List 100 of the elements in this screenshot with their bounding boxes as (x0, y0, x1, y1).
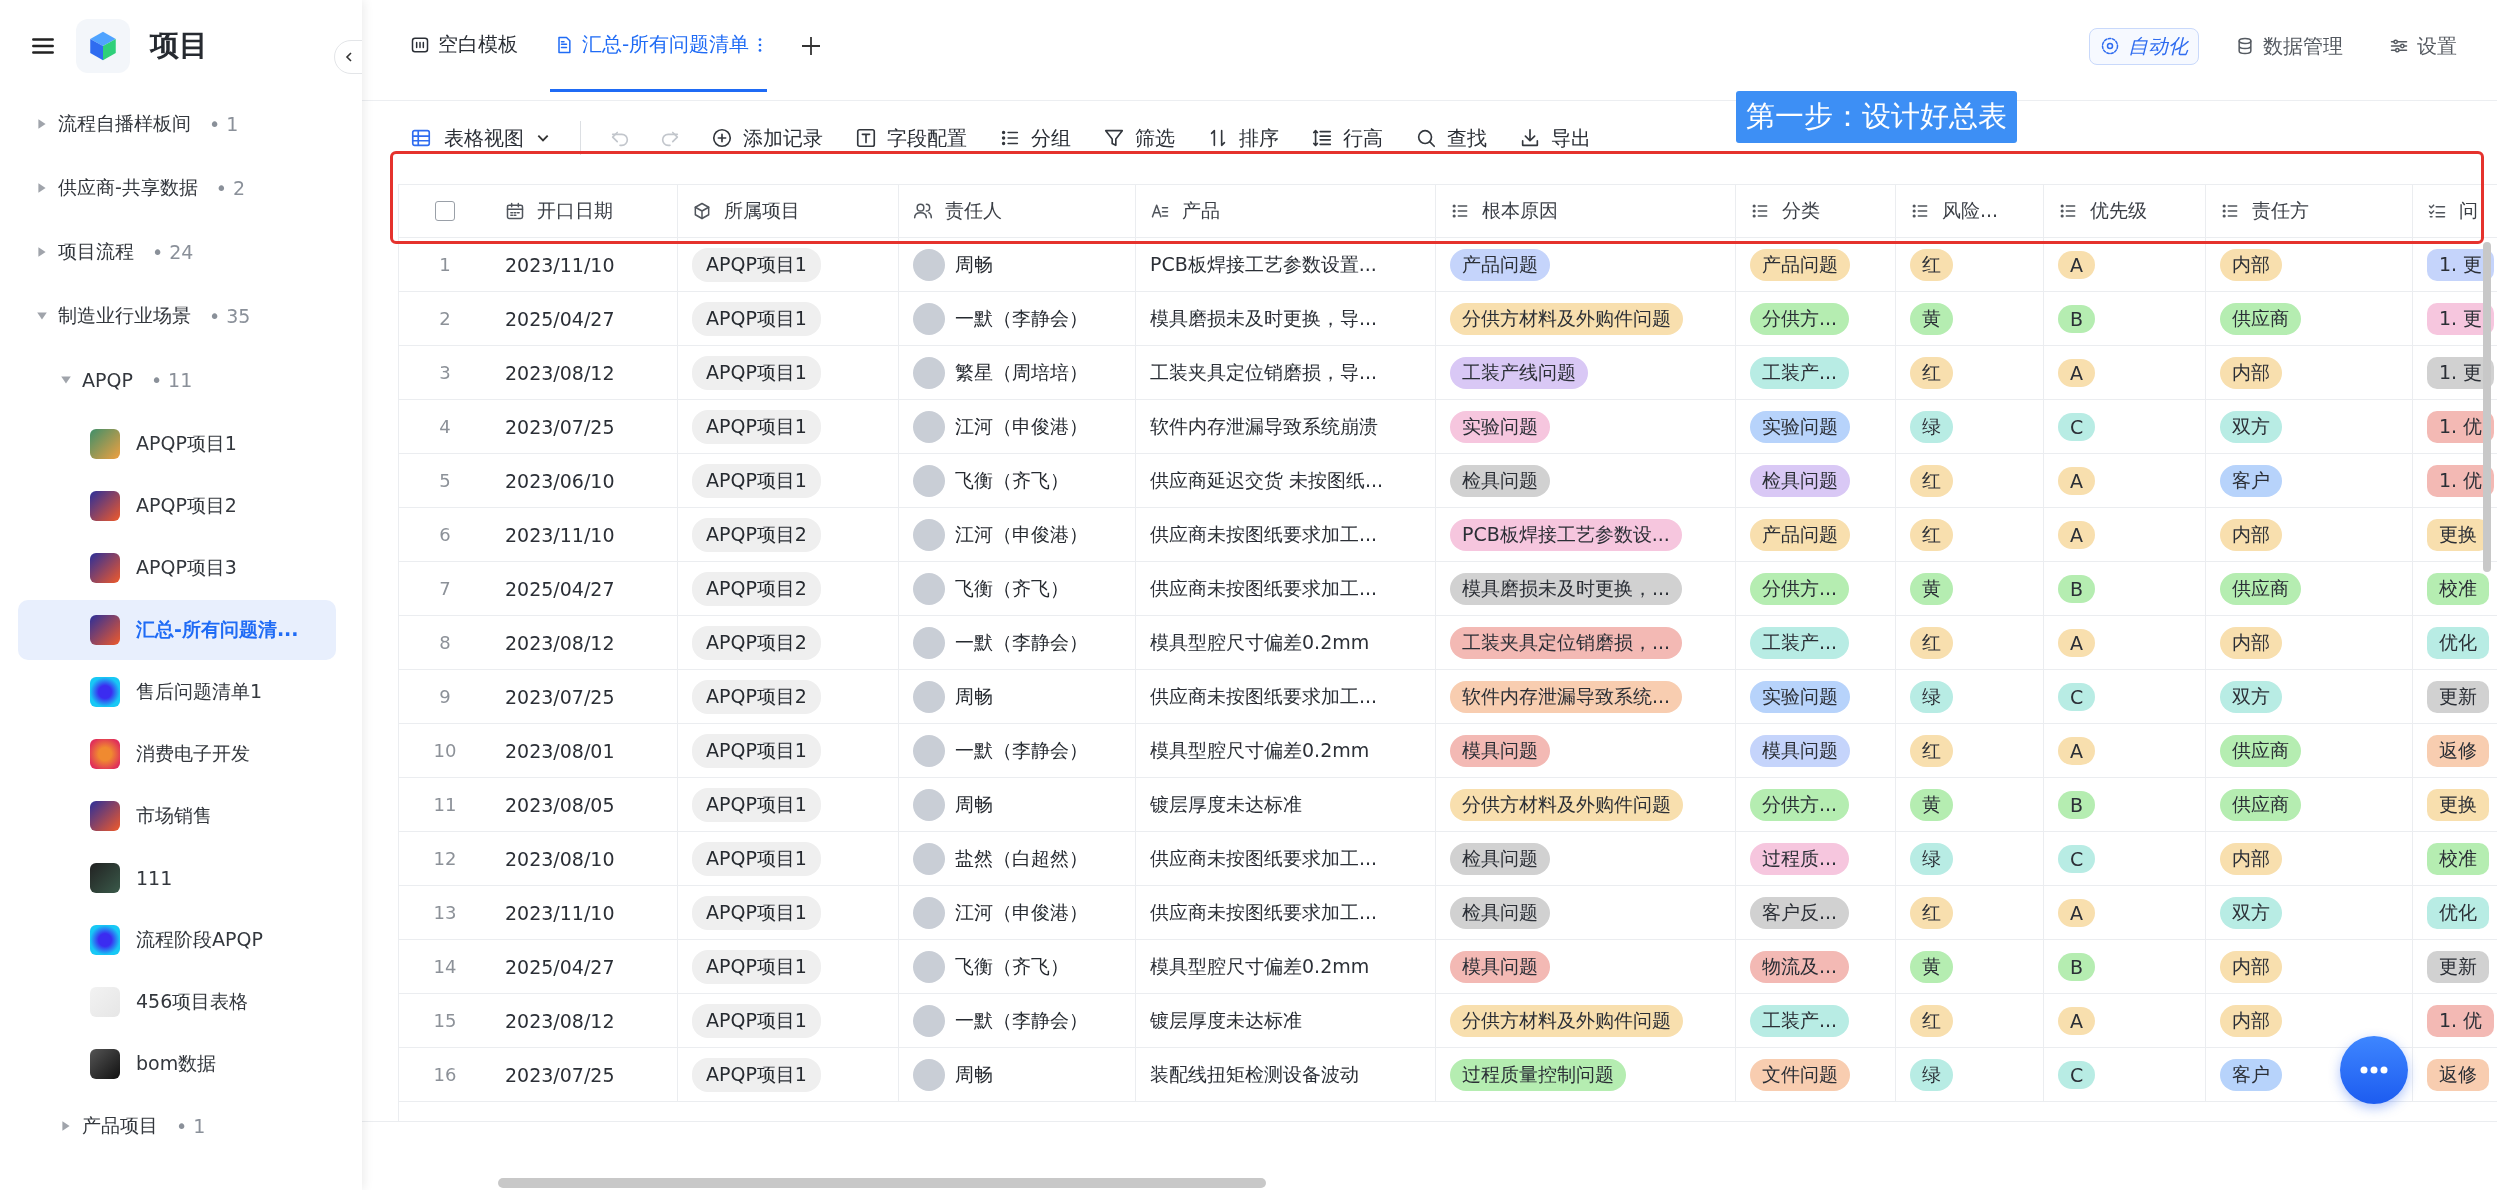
header-action-button[interactable]: 设置 (2379, 28, 2467, 64)
column-header[interactable]: 责任方 (2206, 185, 2413, 237)
tree-table-item[interactable]: 消费电子开发 (18, 724, 336, 784)
column-header[interactable]: 产品 (1136, 185, 1436, 237)
row-number: 1 (438, 253, 452, 277)
column-header[interactable]: 根本原因 (1436, 185, 1736, 237)
tree-table-item[interactable]: 市场销售 (18, 786, 336, 846)
option-tag: 分供方材料及外购件问题 (1450, 302, 1683, 335)
tree-group-item[interactable]: 供应商-共享数据 • 2 (0, 156, 362, 220)
project-tag: APQP项目1 (692, 1003, 821, 1038)
annotation-callout: 第一步：设计好总表 (1736, 91, 2017, 143)
option-tag: 校准 (2427, 842, 2489, 875)
tree-group-item[interactable]: APQP • 11 (0, 348, 362, 412)
toolbar-button[interactable]: 添加记录 (709, 120, 825, 156)
avatar-icon (913, 248, 945, 281)
avatar-icon (913, 842, 945, 875)
project-tag: APQP项目2 (692, 517, 821, 552)
project-tag: APQP项目1 (692, 463, 821, 498)
dots-icon (2359, 1065, 2389, 1075)
option-tag: C (2058, 844, 2096, 873)
chevron-left-icon (343, 51, 355, 63)
option-tag: 文件问题 (1750, 1058, 1850, 1091)
tree-group-item[interactable]: 流程自播样板间 • 1 (0, 92, 362, 156)
tree-table-item[interactable]: bom数据 (18, 1034, 336, 1094)
option-tag: A (2058, 898, 2095, 927)
tree-table-item[interactable]: 流程阶段APQP (18, 910, 336, 970)
table-cell: 2023/08/12 (491, 994, 678, 1047)
scrollbar-thumb[interactable] (498, 1178, 1266, 1188)
header-action-button[interactable]: 数据管理 (2225, 28, 2353, 64)
toolbar-button[interactable]: 筛选 (1101, 120, 1177, 156)
toolbar-button[interactable]: 行高 (1309, 120, 1385, 156)
tree-group-item[interactable]: 制造业行业场景 • 35 (0, 284, 362, 348)
table-cell: 2025/04/27 (491, 940, 678, 993)
option-tag: 供应商 (2220, 788, 2301, 821)
table-icon (90, 801, 120, 831)
scrollbar-thumb[interactable] (2483, 242, 2491, 572)
avatar-icon (913, 1004, 945, 1037)
table-cell: 镀层厚度未达标准 (1136, 778, 1436, 831)
table-cell: 2025/04/27 (491, 292, 678, 345)
tree-table-item[interactable]: 售后问题清单1 (18, 662, 336, 722)
option-tag: 黄 (1910, 788, 1953, 821)
header-action-button[interactable]: 自动化 (2089, 27, 2199, 65)
tab[interactable]: 空白模板 (406, 0, 522, 92)
collapse-button[interactable] (334, 40, 362, 74)
tree-table-item[interactable]: APQP项目2 (18, 476, 336, 536)
more-button[interactable] (2340, 1036, 2408, 1104)
person-name: 周畅 (955, 791, 993, 817)
column-header[interactable]: 问 (2413, 185, 2497, 237)
toolbar-button[interactable]: 查找 (1413, 120, 1489, 156)
table-cell: 2023/08/05 (491, 778, 678, 831)
tree-table-item[interactable]: APQP项目1 (18, 414, 336, 474)
avatar-icon (913, 1058, 945, 1091)
row-number: 6 (438, 523, 452, 547)
avatar-icon (913, 464, 945, 497)
select-all-checkbox[interactable] (435, 201, 455, 221)
column-header[interactable]: 开口日期 (491, 185, 678, 237)
option-tag: 实验问题 (1450, 410, 1550, 443)
option-tag: 检具问题 (1450, 464, 1550, 497)
option-tag: B (2058, 304, 2096, 333)
more-icon[interactable] (757, 35, 764, 54)
tree-group-item[interactable]: 产品项目 • 1 (0, 1094, 362, 1158)
option-tag: 模具问题 (1450, 950, 1550, 983)
option-tag: 黄 (1910, 950, 1953, 983)
toolbar-button[interactable]: 分组 (997, 120, 1073, 156)
option-tag: 软件内存泄漏导致系统... (1450, 680, 1683, 713)
toolbar-button[interactable]: 导出 (1517, 120, 1593, 156)
view-switch-button[interactable]: 表格视图 (408, 120, 552, 156)
table-cell: 模具磨损未及时更换，导... (1136, 292, 1436, 345)
tree-table-item[interactable]: 汇总-所有问题清... (18, 600, 336, 660)
option-tag: 客户反... (1750, 896, 1850, 929)
column-header[interactable]: 优先级 (2044, 185, 2206, 237)
option-tag: 绿 (1910, 1058, 1953, 1091)
tree-group-item[interactable]: 项目流程 • 24 (0, 220, 362, 284)
column-header[interactable]: 风险... (1896, 185, 2044, 237)
table-cell: 2023/11/10 (491, 238, 678, 291)
table-icon (90, 615, 120, 645)
table-cell: 模具型腔尺寸偏差0.2mm (1136, 940, 1436, 993)
person-name: 周畅 (955, 683, 993, 709)
avatar-icon (913, 356, 945, 389)
table-cell: 2023/06/10 (491, 454, 678, 507)
option-tag: 工装夹具定位销磨损，... (1450, 626, 1683, 659)
tree-table-item[interactable]: APQP项目3 (18, 538, 336, 598)
option-tag: A (2058, 628, 2095, 657)
person-name: 一默（李静会） (955, 305, 1088, 331)
row-number: 3 (438, 361, 452, 385)
tree-table-item[interactable]: 111 (18, 848, 336, 908)
project-tag: APQP项目1 (692, 949, 821, 984)
person-name: 周畅 (955, 1061, 993, 1087)
column-header[interactable]: 责任人 (899, 185, 1136, 237)
option-tag: 分供方材料及外购件问题 (1450, 1004, 1683, 1037)
tree-table-item[interactable]: 456项目表格 (18, 972, 336, 1032)
tab[interactable]: 汇总-所有问题清单 (550, 0, 768, 92)
column-header[interactable]: 分类 (1736, 185, 1896, 237)
row-number: 2 (438, 307, 452, 331)
toolbar-button[interactable]: 字段配置 (853, 120, 969, 156)
project-tag: APQP项目2 (692, 571, 821, 606)
option-tag: 客户 (2220, 464, 2282, 497)
toolbar-button[interactable]: 排序 (1205, 120, 1281, 156)
cube-icon (692, 201, 712, 221)
column-header[interactable]: 所属项目 (678, 185, 899, 237)
